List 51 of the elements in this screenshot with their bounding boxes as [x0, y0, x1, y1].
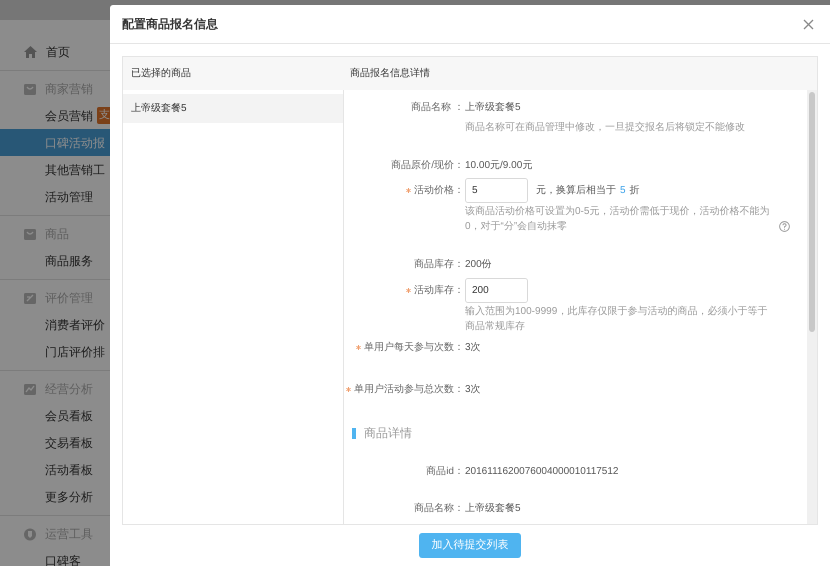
sidebar-item[interactable]: 更多分析 — [0, 483, 110, 510]
field-value: 2016111620076004000010117512 — [465, 465, 618, 479]
discount-unit: 折 — [630, 184, 640, 198]
sidebar-item[interactable]: 商品服务 — [0, 247, 110, 274]
dialog-title: 配置商品报名信息 — [122, 16, 218, 33]
section-marker — [352, 428, 356, 438]
section-title: 商品详情 — [364, 425, 412, 442]
sidebar-item[interactable]: 交易看板 — [0, 429, 110, 456]
input-field[interactable]: 5 — [465, 178, 528, 203]
chart-icon — [23, 382, 37, 396]
scrollbar-thumb[interactable] — [809, 92, 815, 332]
field-label: 单用户活动参与总次数： — [354, 382, 464, 397]
hint-text: 该商品活动价格可设置为0-5元，活动价需低于现价，活动价格不能为0，对于“分”会自动抹零 — [465, 204, 770, 234]
field-value: 3次 — [465, 383, 481, 397]
input-field[interactable]: 200 — [465, 278, 528, 303]
badge-icon — [23, 527, 37, 541]
bag-icon — [23, 227, 37, 241]
hint-text: 商品名称可在商品管理中修改，一旦提交报名后将锁定不能修改 — [465, 120, 746, 135]
field-label: 商品名称： — [414, 502, 464, 516]
sidebar-item[interactable]: 会员看板 — [0, 402, 110, 429]
field-value: 上帝级套餐5 — [465, 502, 521, 516]
sidebar-item[interactable]: 其他营销工 — [0, 156, 110, 183]
bag-icon — [23, 82, 37, 96]
field-label: 活动价格： — [414, 184, 464, 198]
price-note: 元，换算后相当于 — [536, 184, 616, 198]
close-icon[interactable] — [803, 18, 814, 30]
home-icon — [23, 44, 38, 58]
column-heading: 已选择的商品 — [130, 66, 192, 81]
field-label: 商品库存： — [414, 258, 464, 272]
hint-text: 输入范围为100-9999，此库存仅限于参与活动的商品，必须小于等于商品常规库存 — [465, 304, 768, 334]
field-value: 3次 — [465, 341, 481, 355]
product-item[interactable]: 上帝级套餐5 — [123, 94, 343, 123]
sidebar-item[interactable]: 消费者评价 — [0, 311, 110, 338]
sidebar-item[interactable]: 活动看板 — [0, 456, 110, 483]
discount-value: 5 — [620, 184, 626, 198]
edit-icon — [23, 291, 37, 305]
field-label: 活动库存： — [414, 284, 464, 298]
field-value: 200份 — [465, 258, 492, 272]
sidebar-item[interactable]: 口碑客 — [0, 547, 110, 566]
field-value: 上帝级套餐5 — [465, 100, 521, 115]
sidebar-item[interactable]: 活动管理 — [0, 183, 110, 210]
field-label: 商品名称 ： — [411, 100, 464, 115]
sidebar-item[interactable]: 首页 — [46, 42, 70, 60]
column-heading: 商品报名信息详情 — [349, 66, 430, 81]
field-value: 10.00元/9.00元 — [465, 159, 532, 173]
badge: 支 — [97, 107, 110, 124]
field-label: 商品id： — [426, 464, 464, 479]
field-label: 商品原价/现价： — [391, 158, 464, 173]
field-label: 单用户每天参与次数： — [364, 340, 464, 355]
sidebar-item[interactable]: 门店评价排 — [0, 338, 110, 365]
help-icon[interactable] — [779, 221, 790, 232]
